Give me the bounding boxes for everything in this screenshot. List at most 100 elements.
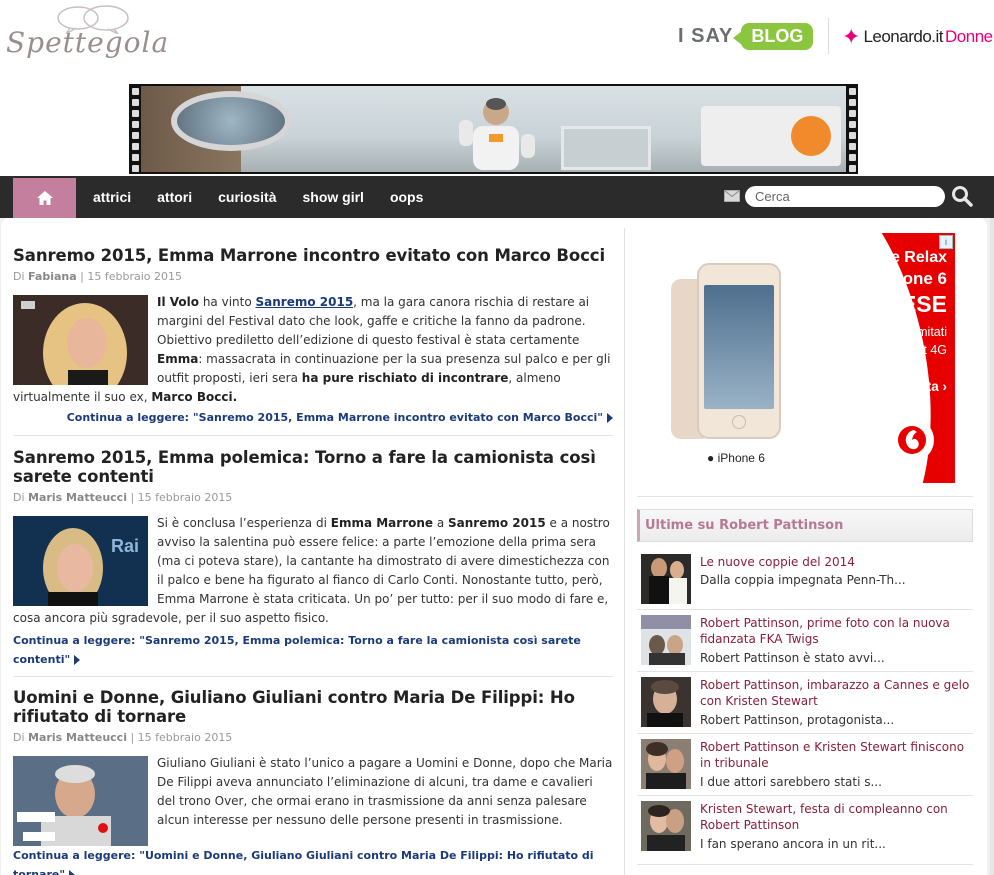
body-text: a — [433, 516, 449, 530]
article: Sanremo 2015, Emma polemica: Torno a far… — [13, 448, 613, 669]
article-author[interactable]: Maris Matteucci — [28, 731, 127, 744]
sidebar-item[interactable]: Robert Pattinson e Kristen Stewart finis… — [641, 739, 973, 795]
body-text: Giuliano Giuliani è stato l’unico a paga… — [157, 756, 613, 827]
nav-item-attrici[interactable]: attrici — [80, 189, 144, 205]
nav-menu: attrici attori curiosità show girl oops — [80, 176, 436, 218]
article-body: Giuliano Giuliani è stato l’unico a paga… — [13, 754, 613, 846]
astronaut-figure — [459, 98, 535, 170]
article-author[interactable]: Fabiana — [28, 270, 77, 283]
article-thumbnail[interactable] — [13, 295, 148, 385]
sidebar-thumbnail[interactable] — [641, 677, 691, 727]
sidebar-separator — [637, 864, 973, 865]
site-logo[interactable]: Spettegola — [6, 4, 170, 74]
scrollbar-track[interactable] — [990, 218, 994, 875]
article-body: Il Volo ha vinto Sanremo 2015, ma la gar… — [13, 293, 613, 407]
body-link[interactable]: Sanremo 2015 — [256, 295, 354, 309]
vodafone-logo-icon — [890, 418, 934, 462]
sidebar-item-desc: Robert Pattinson è stato avvi... — [700, 651, 885, 665]
ad-headline: Con Vodafone Relax — [792, 249, 947, 266]
body-text: ha vinto — [199, 295, 256, 309]
nav-item-oops[interactable]: oops — [377, 189, 436, 205]
article-thumbnail[interactable]: Rai — [13, 516, 148, 606]
article-date: 15 febbraio 2015 — [137, 491, 233, 504]
meta-prefix: Di — [13, 731, 25, 744]
sidebar-item-desc: Dalla coppia impegnata Penn-Th... — [700, 573, 906, 587]
logo-text: Spettegola — [6, 26, 170, 59]
header-banner[interactable] — [129, 84, 858, 174]
sidebar-item-title[interactable]: Robert Pattinson, prime foto con la nuov… — [700, 615, 972, 647]
meta-prefix: Di — [13, 491, 25, 504]
sidebar-separator — [637, 609, 973, 610]
apple-icon: ● — [707, 451, 715, 465]
sidebar-item-title[interactable]: Robert Pattinson, imbarazzo a Cannes e g… — [700, 677, 972, 709]
arrow-right-icon — [69, 870, 76, 875]
read-more-link[interactable]: Continua a leggere: "Uomini e Donne, Giu… — [13, 846, 613, 875]
search-input[interactable] — [745, 185, 945, 207]
ad-brand: ● iPhone 6 — [707, 451, 765, 465]
svg-text:Rai: Rai — [111, 536, 139, 556]
article-separator — [13, 435, 613, 436]
read-more-text: Continua a leggere: "Uomini e Donne, Giu… — [13, 849, 594, 875]
leonardo-logo[interactable]: ✦ Leonardo.it Donne — [842, 26, 993, 48]
ad-cta-button[interactable]: Acquista › — [882, 379, 947, 394]
sidebar-item-title[interactable]: Kristen Stewart, festa di compleanno con… — [700, 801, 972, 833]
body-bold: Sanremo 2015 — [448, 516, 546, 530]
article-date: 15 febbraio 2015 — [87, 270, 182, 283]
sidebar-thumbnail[interactable] — [641, 615, 691, 665]
iphone-image — [697, 263, 781, 439]
article-author[interactable]: Maris Matteucci — [28, 491, 127, 504]
search-icon — [952, 186, 973, 207]
arrow-right-icon — [74, 655, 81, 665]
body-bold: Emma — [157, 352, 199, 366]
isayblog-logo[interactable]: I SAY BLOG — [678, 20, 814, 52]
article-title[interactable]: Sanremo 2015, Emma polemica: Torno a far… — [13, 448, 613, 486]
home-button[interactable] — [13, 178, 76, 218]
article-meta: Di Maris Matteucci | 15 febbraio 2015 — [13, 731, 233, 744]
ad-choices-icon[interactable]: i — [939, 235, 953, 249]
nav-item-attori[interactable]: attori — [144, 189, 205, 205]
read-more-text: Continua a leggere: "Sanremo 2015, Emma … — [66, 411, 603, 424]
leonardo-star-icon: ✦ — [842, 24, 861, 49]
sidebar-item[interactable]: Robert Pattinson, prime foto con la nuov… — [641, 615, 973, 671]
vodafone-ad[interactable]: i ● iPhone 6 Con Vodafone Relax iPhone 6… — [655, 233, 955, 483]
sidebar-separator — [637, 671, 973, 672]
banner-scene-image — [141, 86, 846, 172]
sidebar-thumbnail[interactable] — [641, 801, 691, 851]
nav-item-show-girl[interactable]: show girl — [289, 189, 376, 205]
sidebar-header: Ultime su Robert Pattinson — [637, 509, 973, 542]
isay-text: I SAY — [678, 24, 734, 47]
body-bold: Marco Bocci. — [151, 390, 238, 404]
sidebar-item[interactable]: Robert Pattinson, imbarazzo a Cannes e g… — [641, 677, 973, 733]
nav-item-curiosita[interactable]: curiosità — [205, 189, 289, 205]
article-title[interactable]: Uomini e Donne, Giuliano Giuliani contro… — [13, 688, 613, 726]
sidebar-thumbnail[interactable] — [641, 739, 691, 789]
body-bold: ha pure rischiato di incontrare — [301, 371, 509, 385]
sidebar-title: Ultime su Robert Pattinson — [645, 518, 844, 533]
sidebar-item[interactable]: Le nuove coppie del 2014 Dalla coppia im… — [641, 554, 973, 610]
article-meta: Di Maris Matteucci | 15 febbraio 2015 — [13, 491, 233, 504]
body-text: Si è conclusa l’esperienza di — [157, 516, 331, 530]
article-date: 15 febbraio 2015 — [137, 731, 233, 744]
sidebar-item-desc: I fan sperano ancora in un rit... — [700, 837, 886, 851]
home-icon — [36, 191, 53, 205]
sidebar-thumbnail[interactable] — [641, 554, 691, 604]
ad-detail-2: + 2GB di Internet 4G — [832, 343, 947, 357]
arrow-right-icon — [607, 413, 613, 423]
sidebar-item-title[interactable]: Le nuove coppie del 2014 — [700, 554, 972, 570]
sidebar-item-desc: Robert Pattinson, protagonista... — [700, 713, 895, 727]
body-bold: Emma Marrone — [330, 516, 434, 530]
article-meta: Di Fabiana | 15 febbraio 2015 — [13, 270, 182, 283]
article-thumbnail[interactable] — [13, 756, 148, 846]
search-button[interactable] — [951, 185, 973, 207]
article: Sanremo 2015, Emma Marrone incontro evit… — [13, 246, 613, 427]
read-more-link[interactable]: Continua a leggere: "Sanremo 2015, Emma … — [13, 408, 613, 427]
read-more-link[interactable]: Continua a leggere: "Sanremo 2015, Emma … — [13, 631, 613, 669]
leonardo-donne: Donne — [945, 27, 993, 46]
meta-prefix: Di — [13, 270, 25, 283]
mail-icon[interactable] — [724, 190, 740, 202]
sidebar-item-title[interactable]: Robert Pattinson e Kristen Stewart finis… — [700, 739, 972, 771]
sidebar-item[interactable]: Kristen Stewart, festa di compleanno con… — [641, 801, 973, 857]
column-divider — [624, 228, 625, 875]
sidebar-separator — [637, 733, 973, 734]
article-title[interactable]: Sanremo 2015, Emma Marrone incontro evit… — [13, 246, 613, 265]
